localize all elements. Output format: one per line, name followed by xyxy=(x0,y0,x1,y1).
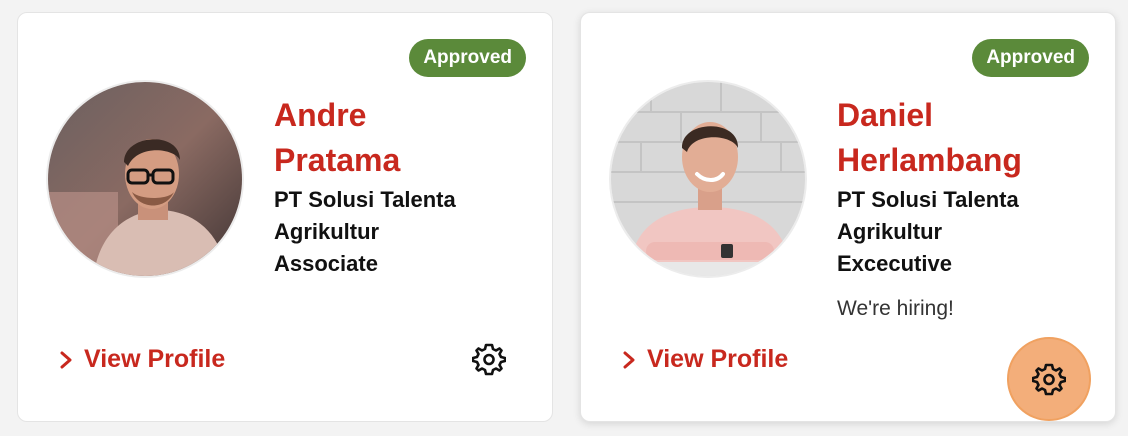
job-role: Excecutive xyxy=(837,251,952,276)
status-badge: Approved xyxy=(972,39,1089,77)
name-line: Andre xyxy=(274,97,367,133)
company-name: PT Solusi Talenta Agrikultur xyxy=(274,187,456,244)
name-line: Pratama xyxy=(274,142,401,178)
tagline: We're hiring! xyxy=(837,297,954,320)
chevron-right-icon xyxy=(623,351,635,368)
profile-info: Daniel Herlambang PT Solusi Talenta Agri… xyxy=(837,93,1107,323)
company-name: PT Solusi Talenta Agrikultur xyxy=(837,187,1019,244)
view-profile-label: View Profile xyxy=(647,345,789,373)
profile-photo-andre xyxy=(48,82,242,276)
avatar xyxy=(609,80,807,278)
settings-button[interactable] xyxy=(466,336,512,382)
job-role: Associate xyxy=(274,251,378,276)
gear-icon xyxy=(472,343,506,376)
profile-card: Approved xyxy=(580,12,1116,422)
name-line: Herlambang xyxy=(837,142,1022,178)
profile-name: Daniel Herlambang xyxy=(837,93,1107,183)
profile-photo-daniel xyxy=(611,82,805,276)
view-profile-link[interactable]: View Profile xyxy=(56,345,225,374)
chevron-right-icon xyxy=(60,351,72,368)
view-profile-link[interactable]: View Profile xyxy=(619,345,788,374)
avatar xyxy=(46,80,244,278)
profile-info: Andre Pratama PT Solusi Talenta Agrikult… xyxy=(274,93,544,280)
profile-card: Approved xyxy=(17,12,553,422)
profile-name: Andre Pratama xyxy=(274,93,544,183)
settings-button[interactable] xyxy=(1007,337,1091,421)
name-line: Daniel xyxy=(837,97,934,133)
view-profile-label: View Profile xyxy=(84,345,226,373)
gear-icon xyxy=(1032,363,1066,396)
status-badge: Approved xyxy=(409,39,526,77)
